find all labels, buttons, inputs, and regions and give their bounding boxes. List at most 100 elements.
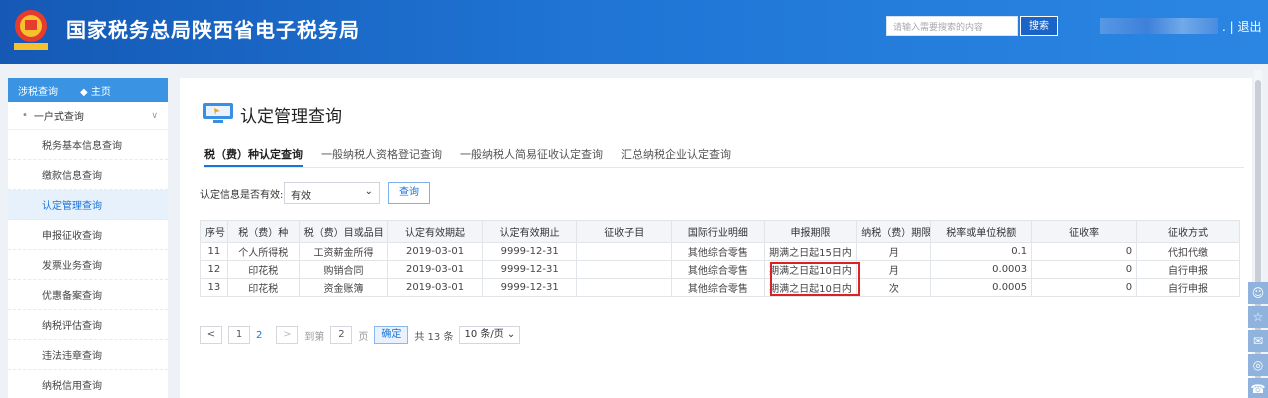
sidebar-group-label: 一户式查询 [33,112,84,123]
col-header: 纳税（费）期限 [856,220,932,243]
col-header: 认定有效期起 [387,220,483,243]
search-input[interactable]: 请输入需要搜索的内容 [886,16,1018,36]
sidebar-head-label[interactable]: 涉税查询 [18,83,58,98]
tab-tax-type-recognition[interactable]: 税（费）种认定查询 [204,138,303,167]
table-cell: 13 [200,278,228,297]
page-1-button[interactable]: 1 [228,326,250,344]
table-cell: 自行申报 [1136,278,1240,297]
table-cell: 12 [200,260,228,279]
highlight-annotation-box [770,262,860,296]
user-icon[interactable]: ☺ [1248,282,1268,304]
logout-link[interactable]: . | 退出 [1222,18,1262,35]
search-button[interactable]: 搜索 [1020,16,1058,36]
table-cell: 2019-03-01 [387,242,483,261]
validity-select-value: 有效 [291,191,311,202]
table-cell: 自行申报 [1136,260,1240,279]
table-cell: 2019-03-01 [387,260,483,279]
sidebar-item-violations[interactable]: 违法违章查询 [8,340,168,370]
star-icon[interactable]: ☆ [1248,306,1268,328]
table-cell: 其他综合零售 [671,278,765,297]
col-header: 申报期限 [763,220,858,243]
col-header: 认定有效期止 [481,220,578,243]
home-link[interactable]: ◆ 主页 [80,83,111,98]
pagination: < 1 2 > 到第 2 页 确定 共 13 条 10 条/页 ⌄ [200,326,521,344]
table-cell: 次 [856,278,932,297]
table-cell: 印花税 [226,278,300,297]
sidebar-header: 涉税查询 ◆ 主页 [8,78,168,102]
weibo-icon[interactable]: ◎ [1248,354,1268,376]
table-cell: 0.0005 [930,278,1033,297]
sidebar-item-preference-filing[interactable]: 优惠备案查询 [8,280,168,310]
col-header: 税（费）目或品目 [298,220,389,243]
table-cell [576,242,673,261]
sidebar-group-one-stop[interactable]: • 一户式查询 ∨ [8,102,168,130]
col-header: 国际行业明细 [671,220,765,243]
table-cell: 月 [856,242,932,261]
table-cell: 期满之日起15日内 [763,242,858,261]
tab-bar: 税（费）种认定查询 一般纳税人资格登记查询 一般纳税人简易征收认定查询 汇总纳税… [204,138,1244,168]
sidebar: 涉税查询 ◆ 主页 • 一户式查询 ∨ 税务基本信息查询 缴款信息查询 认定管理… [8,78,168,398]
chevron-down-icon: ∨ [151,110,158,121]
filter-label: 认定信息是否有效: [200,190,284,201]
next-page-button[interactable]: > [276,326,299,344]
page-label: 页 [358,331,369,343]
sidebar-item-tax-basic-info[interactable]: 税务基本信息查询 [8,130,168,160]
table-header-row: 序号 税（费）种 税（费）目或品目 认定有效期起 认定有效期止 征收子目 国际行… [200,220,1240,243]
table-cell: 0 [1031,260,1138,279]
table-row: 11 个人所得税 工资薪金所得 2019-03-01 9999-12-31 其他… [200,242,1240,261]
col-header: 税（费）种 [226,220,300,243]
table-cell: 代扣代缴 [1136,242,1240,261]
top-header: 国家税务总局陕西省电子税务局 请输入需要搜索的内容 搜索 . | 退出 [0,0,1268,64]
col-header: 征收方式 [1136,220,1240,243]
floating-toolbar: ☺ ☆ ✉ ◎ ☎ [1248,282,1268,398]
page-size-select[interactable]: 10 条/页 ⌄ [459,326,521,344]
table-cell: 2019-03-01 [387,278,483,297]
table-row: 12 印花税 购销合同 2019-03-01 9999-12-31 其他综合零售… [200,260,1240,279]
col-header: 序号 [200,220,228,243]
validity-select[interactable]: 有效 ⌄ [284,182,380,204]
tab-general-taxpayer-registration[interactable]: 一般纳税人资格登记查询 [321,138,442,167]
sidebar-item-invoice[interactable]: 发票业务查询 [8,250,168,280]
page-2-button[interactable]: 2 [256,330,262,341]
sidebar-item-declaration[interactable]: 申报征收查询 [8,220,168,250]
table-cell: 0 [1031,278,1138,297]
sidebar-item-tax-assessment[interactable]: 纳税评估查询 [8,310,168,340]
query-button[interactable]: 查询 [388,182,430,204]
site-title: 国家税务总局陕西省电子税务局 [66,18,360,42]
table-cell: 0.0003 [930,260,1033,279]
table-row: 13 印花税 资金账簿 2019-03-01 9999-12-31 其他综合零售… [200,278,1240,297]
table-cell [576,260,673,279]
table-cell: 0 [1031,242,1138,261]
tax-emblem-icon [14,10,48,50]
table-cell: 9999-12-31 [481,260,578,279]
tab-general-taxpayer-simple-collection[interactable]: 一般纳税人简易征收认定查询 [460,138,603,167]
main-panel: 认定管理查询 税（费）种认定查询 一般纳税人资格登记查询 一般纳税人简易征收认定… [180,78,1252,398]
goto-page-input[interactable]: 2 [330,326,353,344]
tab-consolidated-tax-enterprise[interactable]: 汇总纳税企业认定查询 [621,138,731,167]
table-cell: 月 [856,260,932,279]
bullet-icon: • [22,110,28,121]
table-cell: 个人所得税 [226,242,300,261]
table-cell: 工资薪金所得 [298,242,389,261]
chevron-down-icon: ⌄ [364,186,373,197]
prev-page-button[interactable]: < [200,326,222,344]
sidebar-item-payment-info[interactable]: 缴款信息查询 [8,160,168,190]
table-cell: 11 [200,242,228,261]
table-cell: 其他综合零售 [671,242,765,261]
total-count: 共 13 条 [414,331,454,343]
table-cell [576,278,673,297]
col-header: 征收子目 [576,220,673,243]
sidebar-item-tax-credit[interactable]: 纳税信用查询 [8,370,168,398]
monitor-icon [203,103,233,123]
sidebar-item-recognition-management[interactable]: 认定管理查询 [8,190,168,220]
goto-confirm-button[interactable]: 确定 [374,326,409,344]
table-cell: 资金账簿 [298,278,389,297]
table-cell: 0.1 [930,242,1033,261]
table-cell: 购销合同 [298,260,389,279]
phone-icon[interactable]: ☎ [1248,378,1268,398]
goto-label: 到第 [304,331,325,343]
table-cell: 其他综合零售 [671,260,765,279]
chat-icon[interactable]: ✉ [1248,330,1268,352]
col-header: 征收率 [1031,220,1138,243]
table-cell: 印花税 [226,260,300,279]
